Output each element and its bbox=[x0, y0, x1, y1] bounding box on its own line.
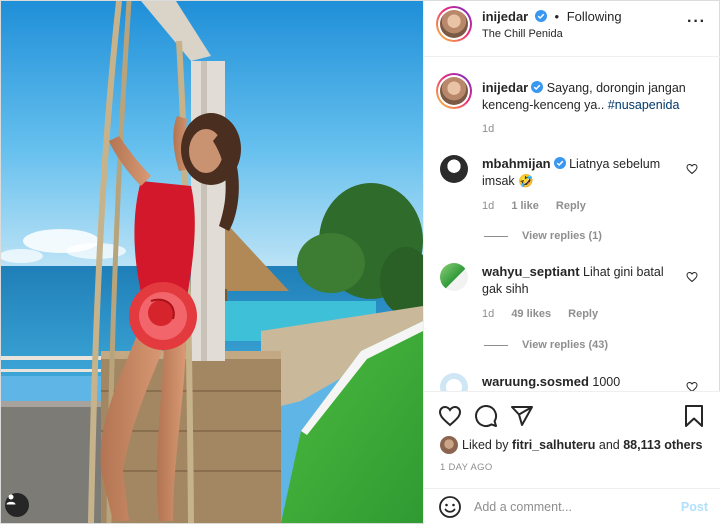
commenter-username[interactable]: wahyu_septiant bbox=[482, 264, 580, 279]
commenter-avatar[interactable] bbox=[440, 155, 468, 183]
post-side-panel: inijedar • Following The Chill Penida ··… bbox=[423, 1, 720, 525]
bookmark-icon[interactable] bbox=[682, 404, 706, 428]
heart-icon[interactable] bbox=[438, 404, 462, 428]
view-replies-button[interactable]: View replies (43) bbox=[482, 339, 608, 351]
comment-input[interactable] bbox=[474, 495, 670, 519]
liked-by-line: Liked by fitri_salhuteru and 88,113 othe… bbox=[440, 436, 702, 454]
post-header: inijedar • Following The Chill Penida ··… bbox=[424, 1, 720, 57]
comment-likes[interactable]: 1 like bbox=[511, 200, 539, 212]
comment-body: 1000 bbox=[592, 375, 621, 389]
comment-like-heart-icon[interactable] bbox=[686, 163, 698, 175]
commenter-avatar[interactable] bbox=[440, 263, 468, 291]
post-comment-button[interactable]: Post bbox=[681, 500, 708, 514]
author-username[interactable]: inijedar bbox=[482, 9, 528, 24]
caption-time[interactable]: 1d bbox=[482, 123, 494, 135]
comment-likes[interactable]: 49 likes bbox=[511, 308, 551, 320]
hashtag-link[interactable]: #nusapenida bbox=[608, 98, 680, 112]
likes-count[interactable]: 88,113 others bbox=[623, 438, 702, 452]
liked-by-and: and bbox=[598, 438, 620, 452]
more-options-icon[interactable]: ··· bbox=[687, 13, 706, 31]
view-replies-label: View replies (43) bbox=[522, 339, 609, 351]
location-link[interactable]: The Chill Penida bbox=[482, 28, 563, 40]
comment-time[interactable]: 1d bbox=[482, 308, 494, 320]
commenter-username[interactable]: mbahmijan bbox=[482, 156, 551, 171]
comment-like-heart-icon[interactable] bbox=[686, 271, 698, 283]
liker-avatar[interactable] bbox=[440, 436, 458, 454]
verified-badge-icon bbox=[531, 81, 544, 93]
add-comment-bar: Post bbox=[424, 488, 720, 526]
verified-badge-icon bbox=[534, 10, 547, 22]
share-icon[interactable] bbox=[510, 404, 534, 428]
commenter-username[interactable]: waruung.sosmed bbox=[482, 374, 589, 389]
instagram-post: inijedar • Following The Chill Penida ··… bbox=[0, 0, 720, 525]
beach-swing-photo bbox=[1, 1, 423, 523]
separator-dot: • bbox=[554, 9, 560, 24]
caption-author-avatar[interactable] bbox=[436, 73, 472, 109]
view-replies-button[interactable]: View replies (1) bbox=[482, 230, 602, 242]
comment-text: waruung.sosmed 1000 bbox=[482, 373, 682, 391]
post-photo[interactable] bbox=[1, 1, 423, 523]
comment-meta: 1d 1 like Reply bbox=[482, 200, 600, 212]
post-timestamp[interactable]: 1 DAY AGO bbox=[440, 462, 493, 473]
comment-icon[interactable] bbox=[474, 404, 498, 428]
comment-meta: 1d 49 likes Reply bbox=[482, 308, 612, 320]
reply-button[interactable]: Reply bbox=[568, 308, 598, 320]
view-replies-label: View replies (1) bbox=[522, 230, 602, 242]
smile-icon[interactable] bbox=[438, 495, 462, 519]
comment-text: wahyu_septiant Lihat gini batal gak sihh bbox=[482, 263, 682, 298]
following-button[interactable]: Following bbox=[567, 9, 622, 24]
post-actions: Liked by fitri_salhuteru and 88,113 othe… bbox=[424, 391, 720, 525]
comment-time[interactable]: 1d bbox=[482, 200, 494, 212]
caption-username[interactable]: inijedar bbox=[482, 80, 528, 95]
liked-by-prefix: Liked by bbox=[462, 438, 509, 452]
caption-text: inijedar Sayang, dorongin jangan kenceng… bbox=[482, 79, 704, 114]
author-line: inijedar • Following bbox=[482, 9, 622, 24]
tagged-user-icon[interactable] bbox=[5, 493, 29, 517]
comment-text: mbahmijan Liatnya sebelum imsak 🤣 bbox=[482, 155, 682, 190]
liker-username[interactable]: fitri_salhuteru bbox=[512, 438, 595, 452]
author-avatar[interactable] bbox=[436, 6, 472, 42]
reply-button[interactable]: Reply bbox=[556, 200, 586, 212]
verified-badge-icon bbox=[553, 157, 566, 169]
